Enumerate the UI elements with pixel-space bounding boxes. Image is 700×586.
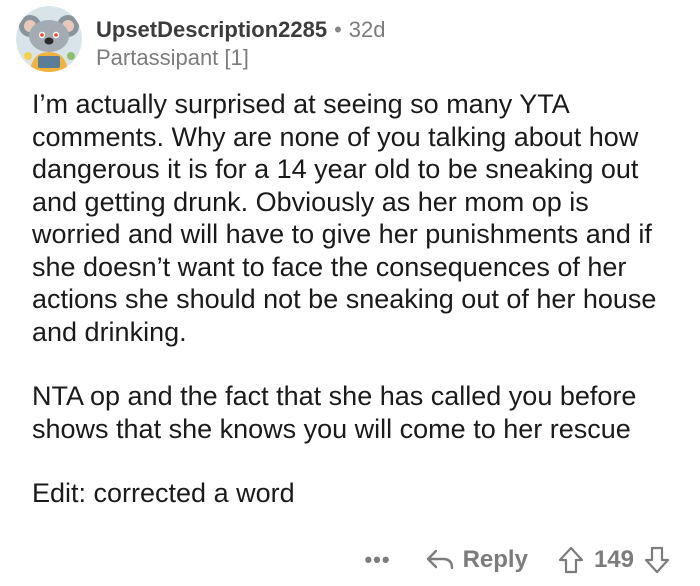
comment-body: I’m actually surprised at seeing so many…	[32, 88, 682, 542]
reply-button[interactable]: Reply	[425, 546, 528, 574]
downvote-arrow-icon[interactable]	[644, 546, 670, 574]
comment-paragraph: I’m actually surprised at seeing so many…	[32, 89, 657, 347]
comment-paragraph: Edit: corrected a word	[32, 478, 295, 508]
avatar[interactable]	[16, 6, 82, 72]
comment-paragraph: NTA op and the fact that she has called …	[32, 381, 637, 444]
comment-age: 32d	[348, 17, 386, 42]
user-flair: Partassipant [1]	[96, 45, 249, 70]
reply-label: Reply	[462, 546, 528, 573]
comment-header: UpsetDescription2285 • 32d Partassipant …	[16, 6, 386, 72]
snoo-koala-avatar-icon	[16, 6, 82, 72]
reply-arrow-icon	[426, 549, 453, 570]
comment-actions: ••• Reply 149	[364, 546, 670, 574]
vote-controls: 149	[558, 546, 670, 574]
vote-score: 149	[593, 546, 634, 573]
meta-separator: •	[334, 17, 342, 42]
username[interactable]: UpsetDescription2285	[96, 16, 327, 44]
more-options-button[interactable]: •••	[364, 547, 390, 573]
upvote-arrow-icon[interactable]	[558, 546, 584, 574]
comment-meta: UpsetDescription2285 • 32d Partassipant …	[96, 16, 386, 72]
